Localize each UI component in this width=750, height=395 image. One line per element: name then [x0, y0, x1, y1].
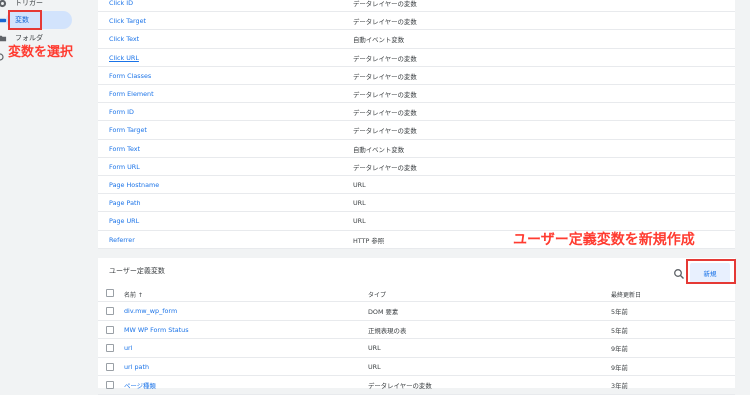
annotation-select-variables: 変数を選択 — [8, 45, 74, 60]
variable-name-link[interactable]: Page Path — [109, 199, 141, 207]
variable-type: データレイヤーの変数 — [353, 163, 417, 172]
variable-type: データレイヤーの変数 — [353, 72, 417, 81]
new-button-highlight-box — [686, 259, 736, 284]
variable-name-link[interactable]: Page URL — [109, 217, 139, 225]
folder-icon — [0, 34, 7, 43]
table-row: Form Text 自動イベント変数 — [98, 140, 735, 158]
variable-name-link[interactable]: url — [124, 344, 132, 352]
table-row: Form Element データレイヤーの変数 — [98, 85, 735, 104]
builtin-variables-table: Click ID データレイヤーの変数 Click Target データレイヤーの変数… — [98, 0, 735, 249]
variable-type: URL — [353, 181, 366, 189]
row-checkbox[interactable] — [106, 325, 114, 334]
variable-type: DOM 要素 — [368, 308, 399, 316]
table-row: Click Text 自動イベント変数 — [98, 30, 735, 49]
variable-updated: 9年前 — [611, 345, 628, 353]
table-row: Page Hostname URL — [98, 176, 735, 195]
table-row: Page URL URL — [98, 212, 735, 231]
row-checkbox[interactable] — [106, 362, 114, 371]
variable-type: 正規表現の表 — [368, 326, 407, 335]
table-row: Form URL データレイヤーの変数 — [98, 158, 735, 176]
variable-name-link[interactable]: Form Target — [109, 126, 147, 134]
table-row: Form Target データレイヤーの変数 — [98, 121, 735, 140]
user-variables-title: ユーザー定義変数 — [109, 267, 165, 275]
variable-type: データレイヤーの変数 — [353, 127, 417, 136]
table-row: url URL 9年前 — [98, 339, 735, 358]
table-row: Click ID データレイヤーの変数 — [98, 0, 735, 13]
variable-name-link[interactable]: Form Classes — [109, 72, 151, 80]
variable-type: 自動イベント変数 — [353, 36, 405, 45]
variable-type: データレイヤーの変数 — [353, 18, 417, 27]
variable-type: HTTP 参照 — [353, 236, 385, 245]
variable-name-link[interactable]: MW WP Form Status — [124, 326, 189, 334]
variable-name-link[interactable]: ページ種類 — [124, 381, 156, 390]
variable-type: データレイヤーの変数 — [353, 0, 417, 8]
variable-name-link[interactable]: div.mw_wp_form — [124, 307, 177, 315]
variable-name-link[interactable]: url path — [124, 363, 149, 371]
column-name[interactable]: 名前 ↑ — [124, 290, 143, 299]
variable-name-link[interactable]: Click URL — [109, 54, 139, 62]
variable-name-link[interactable]: Page Hostname — [109, 181, 159, 189]
variable-name-link[interactable]: Form ID — [109, 108, 134, 116]
table-row: Click URL データレイヤーの変数 — [98, 49, 735, 67]
variable-name-link[interactable]: Click ID — [109, 0, 133, 7]
user-variables-header: 名前 ↑ タイプ 最終更新日 — [98, 284, 735, 302]
variable-type: データレイヤーの変数 — [353, 54, 417, 63]
template-icon — [0, 53, 4, 61]
variables-icon — [0, 16, 7, 25]
variable-type: データレイヤーの変数 — [353, 109, 417, 118]
table-row: Page Path URL — [98, 194, 735, 213]
variables-highlight-box — [8, 10, 42, 30]
row-checkbox[interactable] — [106, 307, 114, 315]
variable-name-link[interactable]: Click Text — [109, 35, 139, 43]
search-icon[interactable] — [673, 265, 685, 279]
variable-type: URL — [353, 199, 366, 208]
table-row: ページ種類 データレイヤーの変数 3年前 — [98, 376, 735, 395]
variable-name-link[interactable]: Click Target — [109, 17, 146, 25]
table-row: Form Classes データレイヤーの変数 — [98, 67, 735, 85]
variable-type: URL — [368, 344, 381, 352]
trigger-icon — [0, 0, 7, 8]
table-row: url path URL 9年前 — [98, 358, 735, 376]
table-row: Form ID データレイヤーの変数 — [98, 103, 735, 122]
column-type[interactable]: タイプ — [368, 290, 386, 299]
sidebar-item-label: トリガー — [15, 0, 43, 7]
user-variables-card: ユーザー定義変数 新規 名前 ↑ タイプ 最終更新日 div.mw_wp_for… — [98, 258, 735, 395]
variable-type: データレイヤーの変数 — [368, 382, 432, 390]
variable-name-link[interactable]: Form Element — [109, 90, 154, 98]
column-updated[interactable]: 最終更新日 — [611, 290, 641, 299]
variable-name-link[interactable]: Form Text — [109, 145, 140, 153]
variable-updated: 5年前 — [611, 308, 628, 316]
variable-updated: 5年前 — [611, 326, 628, 335]
row-checkbox[interactable] — [106, 344, 114, 352]
variable-type: URL — [353, 217, 366, 226]
table-row: Click Target データレイヤーの変数 — [98, 12, 735, 31]
variable-type: URL — [368, 362, 381, 371]
variable-updated: 9年前 — [611, 363, 628, 372]
variable-name-link[interactable]: Referrer — [109, 236, 135, 244]
annotation-create-user-variable: ユーザー定義変数を新規作成 — [513, 232, 695, 248]
select-all-checkbox[interactable] — [106, 289, 114, 297]
variable-type: データレイヤーの変数 — [353, 91, 417, 99]
table-row: div.mw_wp_form DOM 要素 5年前 — [98, 302, 735, 321]
variable-type: 自動イベント変数 — [353, 145, 405, 154]
row-checkbox[interactable] — [106, 381, 114, 389]
variable-updated: 3年前 — [611, 382, 628, 390]
table-row: MW WP Form Status 正規表現の表 5年前 — [98, 321, 735, 339]
variable-name-link[interactable]: Form URL — [109, 163, 140, 171]
